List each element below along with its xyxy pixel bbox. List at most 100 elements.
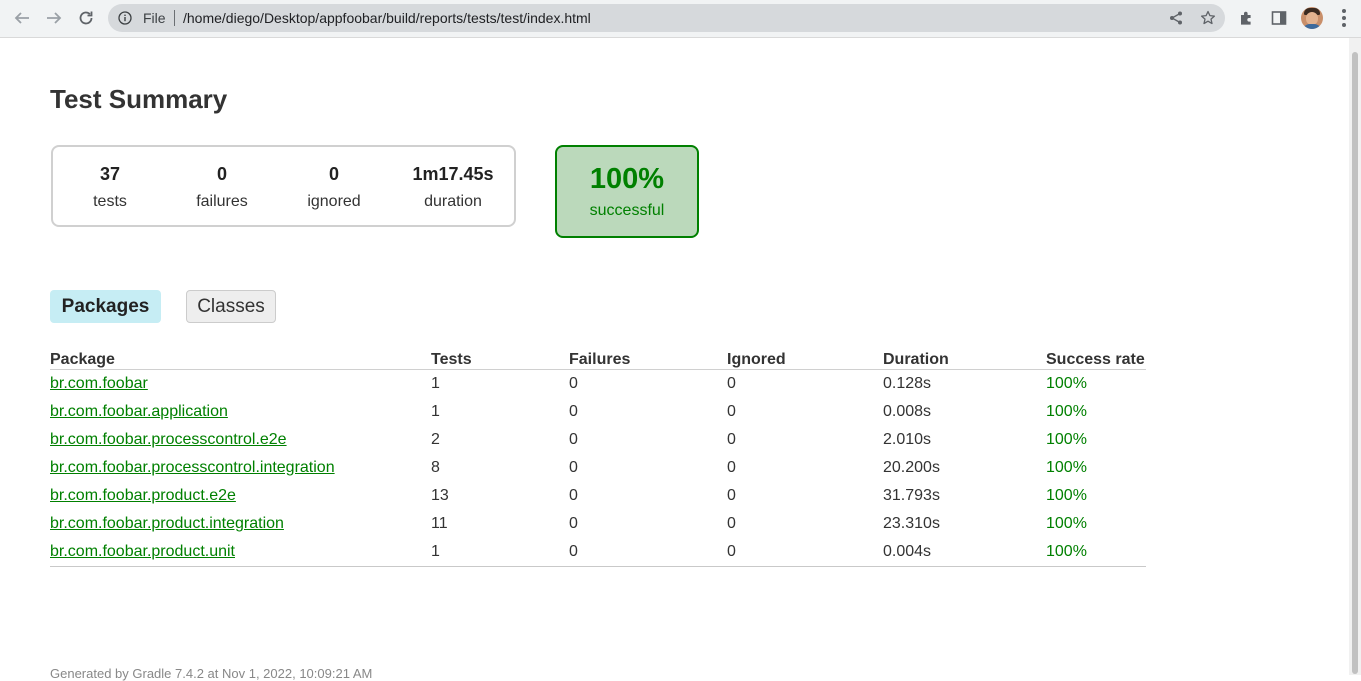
duration-value: 1m17.45s bbox=[412, 164, 494, 184]
ignored-cell: 0 bbox=[727, 515, 736, 532]
tab-packages[interactable]: Packages bbox=[50, 290, 161, 323]
duration-cell: 31.793s bbox=[883, 487, 940, 504]
package-link[interactable]: br.com.foobar.product.integration bbox=[50, 515, 284, 532]
table-row: br.com.foobar.processcontrol.integration… bbox=[50, 454, 1146, 482]
ignored-cell: 0 bbox=[727, 538, 883, 567]
success-percent: 100% bbox=[589, 163, 665, 195]
package-cell: br.com.foobar.product.unit bbox=[50, 538, 431, 567]
failures-cell: 0 bbox=[569, 538, 727, 567]
table-row: br.com.foobar.product.unit 1 0 0 0.004s … bbox=[50, 538, 1146, 567]
generated-footer: Generated by Gradle 7.4.2 at Nov 1, 2022… bbox=[50, 666, 373, 681]
arrow-right-icon bbox=[47, 12, 62, 24]
success-rate-cell: 100% bbox=[1046, 431, 1087, 448]
success-rate-cell: 100% bbox=[1046, 403, 1087, 420]
duration-cell: 23.310s bbox=[883, 515, 940, 532]
ignored-label: ignored bbox=[307, 193, 361, 210]
address-bar[interactable]: File /home/diego/Desktop/appfoobar/build… bbox=[108, 4, 1225, 32]
package-cell: br.com.foobar.processcontrol.e2e bbox=[50, 426, 431, 454]
scheme-label: File bbox=[143, 10, 166, 26]
puzzle-icon[interactable] bbox=[1238, 9, 1256, 27]
package-cell: br.com.foobar.product.integration bbox=[50, 510, 431, 538]
failures-count: 0 bbox=[216, 164, 227, 184]
kebab-menu-icon[interactable] bbox=[1340, 8, 1348, 28]
url-text[interactable]: /home/diego/Desktop/appfoobar/build/repo… bbox=[183, 10, 591, 26]
column-header-tests: Tests bbox=[431, 348, 569, 370]
tests-cell: 1 bbox=[431, 538, 569, 567]
vertical-scrollbar[interactable] bbox=[1349, 38, 1361, 675]
failures-cell: 0 bbox=[569, 403, 578, 420]
tests-cell: 1 bbox=[431, 403, 440, 420]
tests-cell: 11 bbox=[431, 515, 448, 532]
table-row: br.com.foobar.product.e2e 13 0 0 31.793s… bbox=[50, 482, 1146, 510]
package-link[interactable]: br.com.foobar.product.unit bbox=[50, 543, 235, 560]
package-cell: br.com.foobar bbox=[50, 370, 431, 399]
duration-cell: 20.200s bbox=[883, 459, 940, 476]
duration-label: duration bbox=[424, 193, 482, 210]
success-rate-box: 100% successful bbox=[555, 145, 699, 238]
ignored-cell: 0 bbox=[727, 403, 736, 420]
profile-avatar[interactable] bbox=[1301, 7, 1323, 29]
scrollbar-thumb[interactable] bbox=[1352, 52, 1358, 674]
side-panel-icon[interactable] bbox=[1270, 9, 1288, 27]
ignored-cell: 0 bbox=[727, 431, 736, 448]
back-button[interactable] bbox=[9, 6, 35, 30]
duration-cell: 0.008s bbox=[883, 403, 932, 420]
ignored-cell: 0 bbox=[727, 487, 736, 504]
column-header-ignored: Ignored bbox=[727, 348, 883, 370]
ignored-cell: 0 bbox=[727, 375, 736, 392]
ignored-cell: 0 bbox=[727, 459, 736, 476]
failures-cell: 0 bbox=[569, 431, 578, 448]
success-label: successful bbox=[589, 202, 665, 219]
share-icon[interactable] bbox=[1168, 10, 1184, 26]
failures-label: failures bbox=[196, 193, 248, 210]
table-row: br.com.foobar 1 0 0 0.128s 100% bbox=[50, 370, 1146, 399]
failures-cell: 0 bbox=[569, 487, 578, 504]
omnibox-divider bbox=[174, 10, 175, 26]
package-link[interactable]: br.com.foobar.processcontrol.e2e bbox=[50, 431, 287, 448]
success-rate-cell: 100% bbox=[1046, 515, 1087, 532]
tests-cell: 1 bbox=[431, 375, 440, 392]
success-rate-cell: 100% bbox=[1046, 375, 1087, 392]
column-header-failures: Failures bbox=[569, 348, 727, 370]
duration-cell: 2.010s bbox=[883, 431, 932, 448]
success-rate-cell: 100% bbox=[1046, 487, 1087, 504]
info-icon[interactable] bbox=[118, 11, 132, 25]
column-header-package: Package bbox=[50, 348, 431, 370]
package-link[interactable]: br.com.foobar.product.e2e bbox=[50, 487, 236, 504]
tests-cell: 13 bbox=[431, 487, 449, 504]
tests-cell: 8 bbox=[431, 459, 440, 476]
ignored-counter: 0 ignored bbox=[279, 164, 389, 211]
forward-button[interactable] bbox=[41, 6, 67, 30]
tests-count: 37 bbox=[99, 164, 121, 184]
duration-cell: 0.004s bbox=[883, 538, 1046, 567]
tab-classes[interactable]: Classes bbox=[186, 290, 276, 323]
success-rate-cell: 100% bbox=[1046, 538, 1146, 567]
failures-counter: 0 failures bbox=[167, 164, 277, 211]
table-row: br.com.foobar.product.integration 11 0 0… bbox=[50, 510, 1146, 538]
column-header-duration: Duration bbox=[883, 348, 1046, 370]
tests-counter: 37 tests bbox=[55, 164, 165, 211]
tests-cell: 2 bbox=[431, 431, 440, 448]
duration-counter: 1m17.45s duration bbox=[398, 164, 508, 211]
table-header-row: Package Tests Failures Ignored Duration … bbox=[50, 348, 1146, 370]
star-icon[interactable] bbox=[1200, 10, 1216, 26]
package-cell: br.com.foobar.processcontrol.integration bbox=[50, 454, 431, 482]
package-cell: br.com.foobar.product.e2e bbox=[50, 482, 431, 510]
package-link[interactable]: br.com.foobar.processcontrol.integration bbox=[50, 459, 335, 476]
success-rate-cell: 100% bbox=[1046, 459, 1087, 476]
reload-icon bbox=[79, 11, 93, 25]
failures-cell: 0 bbox=[569, 459, 578, 476]
package-link[interactable]: br.com.foobar.application bbox=[50, 403, 228, 420]
duration-cell: 0.128s bbox=[883, 375, 932, 392]
package-cell: br.com.foobar.application bbox=[50, 398, 431, 426]
browser-toolbar: File /home/diego/Desktop/appfoobar/build… bbox=[0, 0, 1361, 38]
table-row: br.com.foobar.processcontrol.e2e 2 0 0 2… bbox=[50, 426, 1146, 454]
table-row: br.com.foobar.application 1 0 0 0.008s 1… bbox=[50, 398, 1146, 426]
ignored-count: 0 bbox=[328, 164, 339, 184]
summary-counters: 37 tests 0 failures 0 ignored 1m17.45s d… bbox=[51, 145, 516, 227]
tests-label: tests bbox=[93, 193, 127, 210]
package-link[interactable]: br.com.foobar bbox=[50, 375, 148, 392]
reload-button[interactable] bbox=[73, 6, 99, 30]
packages-table: Package Tests Failures Ignored Duration … bbox=[50, 348, 1146, 567]
page-title: Test Summary bbox=[50, 84, 228, 114]
